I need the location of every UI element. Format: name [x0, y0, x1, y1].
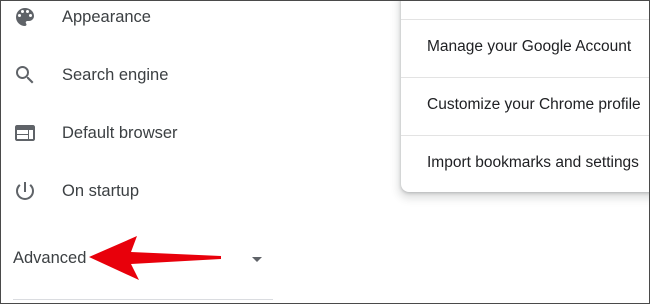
- sidebar-item-label: Appearance: [62, 7, 151, 26]
- sidebar-item-label: Default browser: [62, 123, 178, 142]
- sidebar-item-label: On startup: [62, 181, 140, 200]
- sidebar-divider: [13, 299, 273, 300]
- advanced-label: Advanced: [13, 249, 87, 267]
- sidebar-item-label: Search engine: [62, 65, 169, 84]
- menu-item-manage-google-account[interactable]: Manage your Google Account: [401, 20, 649, 77]
- menu-item-label: Manage your Google Account: [427, 38, 632, 55]
- browser-window-icon: [13, 121, 37, 145]
- menu-item-label: Customize your Chrome profile: [427, 96, 641, 113]
- menu-item-import-bookmarks[interactable]: Import bookmarks and settings: [401, 136, 649, 192]
- profile-menu: Manage your Google Account Customize you…: [401, 1, 649, 192]
- search-icon: [13, 63, 37, 87]
- power-icon: [13, 179, 37, 203]
- menu-item-label: Import bookmarks and settings: [427, 154, 639, 171]
- menu-item-customize-chrome-profile[interactable]: Customize your Chrome profile: [401, 78, 649, 135]
- sidebar-item-default-browser[interactable]: Default browser: [1, 113, 291, 153]
- settings-window: Appearance Search engine Default browser…: [0, 0, 650, 304]
- palette-icon: [13, 5, 37, 29]
- settings-sidebar: Appearance Search engine Default browser…: [1, 1, 301, 303]
- caret-down-icon: [249, 251, 265, 267]
- advanced-toggle[interactable]: Advanced: [1, 239, 281, 279]
- sidebar-item-appearance[interactable]: Appearance: [1, 1, 291, 37]
- sidebar-item-on-startup[interactable]: On startup: [1, 171, 291, 211]
- sidebar-item-search-engine[interactable]: Search engine: [1, 55, 291, 95]
